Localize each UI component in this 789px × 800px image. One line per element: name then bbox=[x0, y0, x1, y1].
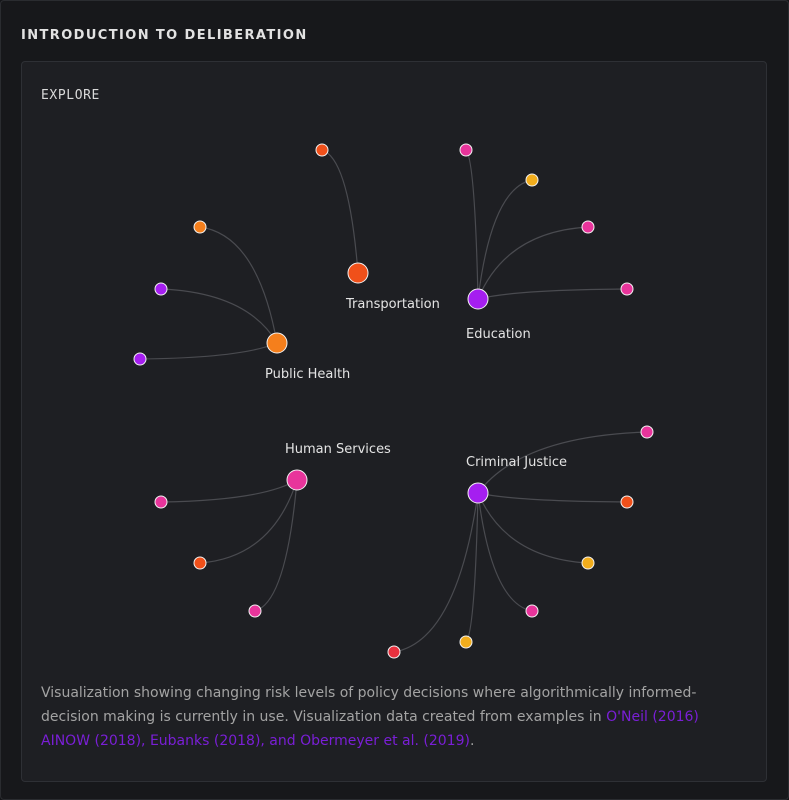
leaf-node-public-health[interactable] bbox=[193, 220, 207, 234]
hub-label-criminal-justice: Criminal Justice bbox=[466, 455, 567, 470]
hub-node-transportation[interactable] bbox=[347, 262, 369, 284]
hub-node-public-health[interactable] bbox=[266, 332, 288, 354]
leaf-node-education[interactable] bbox=[459, 143, 473, 157]
edge-public-health bbox=[160, 288, 278, 344]
leaf-node-education[interactable] bbox=[581, 220, 595, 234]
leaf-node-public-health[interactable] bbox=[154, 282, 168, 296]
edge-transportation bbox=[321, 149, 359, 274]
hub-node-education[interactable] bbox=[467, 288, 489, 310]
leaf-node-criminal-justice[interactable] bbox=[640, 425, 654, 439]
edge-human-services bbox=[254, 479, 298, 612]
leaf-node-human-services[interactable] bbox=[193, 556, 207, 570]
edge-criminal-justice bbox=[477, 492, 589, 564]
hub-label-human-services: Human Services bbox=[285, 442, 391, 457]
edge-criminal-justice bbox=[477, 492, 628, 503]
hub-label-education: Education bbox=[466, 327, 531, 342]
leaf-node-human-services[interactable] bbox=[154, 495, 168, 509]
caption-text: Visualization showing changing risk leve… bbox=[41, 685, 697, 725]
leaf-node-criminal-justice[interactable] bbox=[620, 495, 634, 509]
leaf-node-public-health[interactable] bbox=[133, 352, 147, 366]
caption-end: . bbox=[469, 733, 475, 749]
edge-criminal-justice bbox=[477, 492, 533, 612]
leaf-node-transportation[interactable] bbox=[315, 143, 329, 157]
leaf-node-education[interactable] bbox=[525, 173, 539, 187]
edge-layer bbox=[139, 149, 648, 653]
edge-education bbox=[465, 149, 479, 300]
leaf-node-education[interactable] bbox=[620, 282, 634, 296]
risk-network-graph: Transportation Education Public Health Huma… bbox=[133, 143, 654, 659]
hub-label-public-health: Public Health bbox=[265, 367, 350, 382]
edge-criminal-justice bbox=[393, 492, 479, 653]
hub-node-human-services[interactable] bbox=[286, 469, 308, 491]
edge-education bbox=[477, 288, 628, 300]
edge-human-services bbox=[160, 479, 298, 503]
edge-public-health bbox=[139, 342, 278, 360]
leaf-node-criminal-justice[interactable] bbox=[525, 604, 539, 618]
deliberation-panel: INTRODUCTION TO DELIBERATION EXPLORE Tra… bbox=[0, 0, 789, 800]
section-title: INTRODUCTION TO DELIBERATION bbox=[21, 28, 308, 43]
leaf-node-human-services[interactable] bbox=[248, 604, 262, 618]
hub-label-transportation: Transportation bbox=[345, 297, 440, 312]
caption: Visualization showing changing risk leve… bbox=[41, 681, 741, 753]
edge-criminal-justice bbox=[465, 492, 479, 643]
edge-education bbox=[477, 226, 589, 300]
explore-card: EXPLORE Transportation Education Public He… bbox=[21, 61, 767, 782]
edge-public-health bbox=[199, 226, 278, 344]
label-layer: Transportation Education Public Health Huma… bbox=[265, 297, 567, 470]
leaf-node-criminal-justice[interactable] bbox=[581, 556, 595, 570]
hub-node-criminal-justice[interactable] bbox=[467, 482, 489, 504]
node-layer bbox=[133, 143, 654, 659]
edge-human-services bbox=[199, 479, 298, 564]
edge-education bbox=[477, 179, 533, 300]
leaf-node-criminal-justice[interactable] bbox=[459, 635, 473, 649]
leaf-node-criminal-justice[interactable] bbox=[387, 645, 401, 659]
